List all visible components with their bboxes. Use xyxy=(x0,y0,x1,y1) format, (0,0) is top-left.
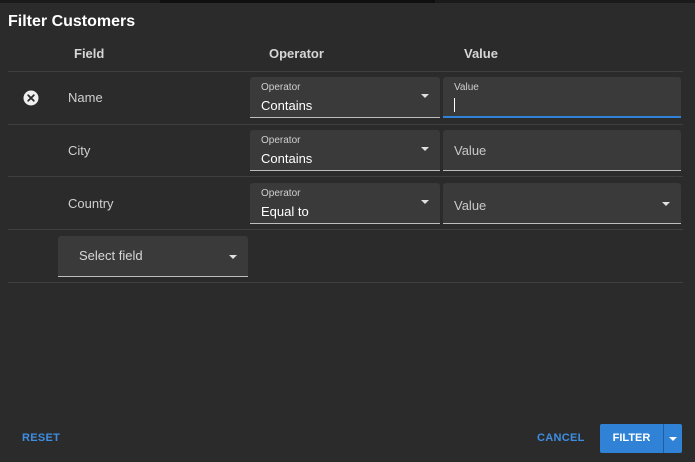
value-input-city[interactable]: Value xyxy=(443,130,681,171)
dialog-title: Filter Customers xyxy=(8,13,136,30)
value-select-country[interactable]: Value xyxy=(443,183,681,224)
chevron-down-icon xyxy=(421,147,429,151)
value-placeholder: Value xyxy=(454,198,487,213)
row-field-name: Name xyxy=(68,90,103,105)
value-label: Value xyxy=(454,82,479,93)
divider xyxy=(8,229,683,230)
chevron-down-icon xyxy=(669,437,677,441)
value-placeholder: Value xyxy=(454,143,487,158)
select-field-dropdown[interactable]: Select field xyxy=(58,236,248,277)
operator-label: Operator xyxy=(261,188,301,199)
operator-select-name[interactable]: Operator Contains xyxy=(250,77,440,118)
chevron-down-icon xyxy=(229,255,237,259)
operator-value: Equal to xyxy=(261,204,309,219)
cancel-button[interactable]: CANCEL xyxy=(537,432,585,444)
filter-options-button[interactable] xyxy=(664,424,682,453)
filter-button[interactable]: FILTER xyxy=(600,424,663,453)
divider xyxy=(8,71,683,72)
chevron-down-icon xyxy=(421,200,429,204)
operator-value: Contains xyxy=(261,98,313,113)
divider xyxy=(8,282,683,283)
remove-filter-icon[interactable] xyxy=(23,90,39,106)
value-input-name[interactable]: Value xyxy=(443,77,681,118)
row-field-city: City xyxy=(68,143,91,158)
divider xyxy=(8,176,683,177)
text-cursor xyxy=(454,98,455,112)
column-header-field: Field xyxy=(74,46,105,61)
operator-label: Operator xyxy=(261,135,301,146)
column-header-operator: Operator xyxy=(269,46,324,61)
operator-label: Operator xyxy=(261,82,301,93)
operator-select-city[interactable]: Operator Contains xyxy=(250,130,440,171)
chevron-down-icon xyxy=(421,94,429,98)
column-header-value: Value xyxy=(464,46,498,61)
operator-select-country[interactable]: Operator Equal to xyxy=(250,183,440,224)
operator-value: Contains xyxy=(261,151,313,166)
row-field-country: Country xyxy=(68,196,114,211)
divider xyxy=(8,124,683,125)
reset-button[interactable]: RESET xyxy=(22,432,60,444)
filter-split-button: FILTER xyxy=(600,424,682,453)
select-field-placeholder: Select field xyxy=(79,248,143,263)
top-border xyxy=(0,0,695,3)
chevron-down-icon xyxy=(662,202,670,206)
